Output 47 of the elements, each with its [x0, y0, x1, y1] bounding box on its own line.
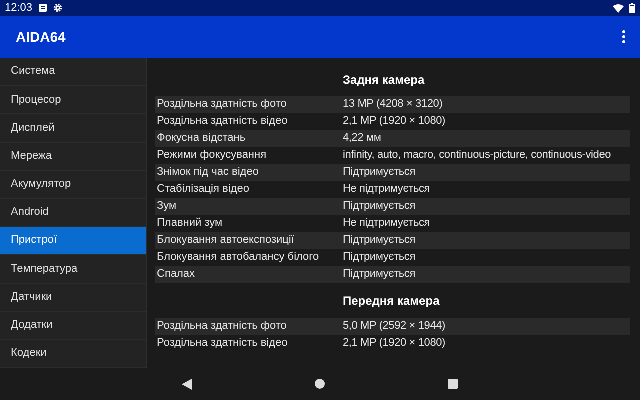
property-label: Блокування автобалансу білого — [156, 250, 320, 266]
sidebar-item[interactable]: Температура — [0, 255, 146, 284]
property-label: Роздільна здатність фото — [156, 319, 288, 334]
property-value: Підтримується — [343, 233, 416, 248]
property-value: infinity, auto, macro, continuous-picture, continuous-video — [343, 148, 612, 164]
sidebar-item[interactable]: Дисплей — [0, 114, 146, 143]
battery-icon — [629, 3, 635, 13]
property-value: Підтримується — [343, 165, 416, 180]
property-label: Режими фокусування — [156, 148, 268, 164]
property-value: Не підтримується — [343, 216, 430, 232]
property-label: Фокусна відстань — [156, 131, 247, 146]
property-value: 4,22 мм — [343, 131, 382, 146]
app-title: AIDA64 — [16, 28, 67, 46]
property-value: 2,1 MP (1920 × 1080) — [343, 114, 446, 130]
recents-icon[interactable] — [448, 379, 458, 389]
section-heading: Передня камера — [343, 293, 440, 310]
section-heading: Задня камера — [343, 72, 425, 89]
sidebar-item[interactable]: Датчики — [0, 284, 146, 312]
sidebar-item[interactable]: Мережа — [0, 142, 146, 171]
property-value: Підтримується — [343, 250, 416, 266]
property-value: 13 MP (4208 × 3120) — [343, 97, 443, 112]
notification-icon — [38, 3, 48, 13]
property-label: Зум — [156, 199, 178, 214]
overflow-menu-icon[interactable] — [622, 30, 626, 44]
property-value: Не підтримується — [343, 182, 430, 198]
property-label: Роздільна здатність відео — [156, 114, 289, 130]
settings-icon — [52, 3, 63, 13]
sidebar-item[interactable]: Процесор — [0, 86, 146, 114]
property-value: Підтримується — [343, 267, 416, 282]
property-label: Стабілізація відео — [156, 182, 250, 198]
property-value: 5,0 MP (2592 × 1944) — [343, 319, 446, 334]
status-time: 12:03 — [5, 2, 33, 14]
property-label: Знімок під час відео — [156, 165, 260, 180]
wifi-icon — [613, 4, 624, 12]
home-icon[interactable] — [314, 379, 325, 389]
property-label: Плавний зум — [156, 216, 224, 232]
sidebar-item[interactable]: Додатки — [0, 312, 146, 340]
property-value: 2,1 MP (1920 × 1080) — [343, 336, 446, 352]
sidebar-item[interactable]: Система — [0, 58, 146, 86]
property-label: Спалах — [156, 267, 196, 282]
property-label: Блокування автоекспозиції — [156, 233, 296, 248]
property-label: Роздільна здатність відео — [156, 336, 289, 352]
property-value: Підтримується — [343, 199, 416, 214]
sidebar-item[interactable]: Пристрої — [0, 227, 146, 256]
sidebar-item[interactable]: Акумулятор — [0, 170, 146, 199]
property-label: Роздільна здатність фото — [156, 97, 288, 112]
back-icon[interactable] — [182, 378, 192, 390]
